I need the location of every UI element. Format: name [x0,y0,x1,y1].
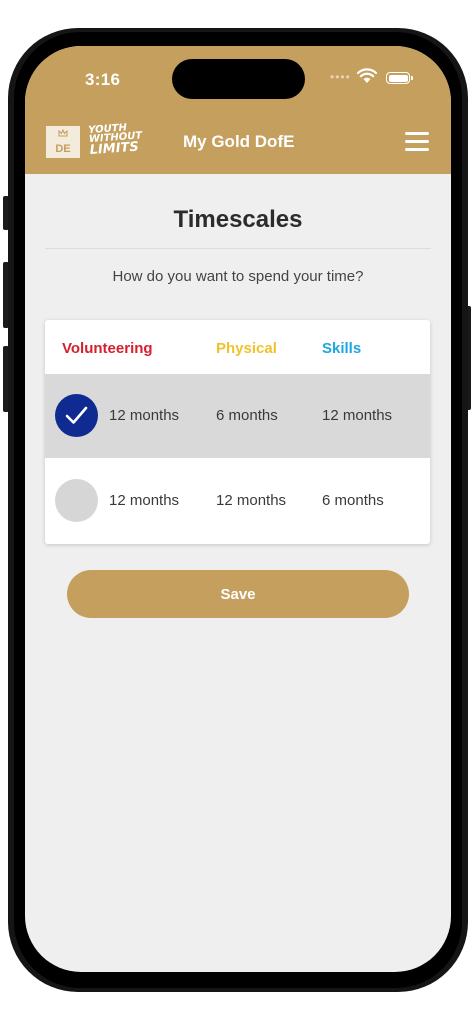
volunteering-duration: 12 months [109,492,180,509]
page-title: Timescales [173,206,303,233]
brand-line-3: LIMITS [89,139,140,159]
status-time: 3:16 [85,70,121,89]
column-header-physical: Physical [216,340,277,357]
screen: 3:16 •••• DE YOUTH WITHOUT LIMITS My Gol… [25,46,451,972]
timescale-option-1[interactable]: 12 months 6 months 12 months [45,374,430,458]
dofe-logo-text: DE [55,143,71,155]
battery-icon [386,72,413,84]
youth-without-limits-logo: YOUTH WITHOUT LIMITS [88,122,150,159]
app-title: My Gold DofE [183,132,295,151]
skills-duration: 6 months [322,492,384,509]
save-button[interactable]: Save [67,570,409,618]
physical-duration: 12 months [216,492,287,509]
title-divider [45,248,431,249]
option-radio[interactable] [55,394,98,437]
hamburger-menu-icon[interactable] [405,132,429,152]
dynamic-island [172,59,305,99]
app-header: 3:16 •••• DE YOUTH WITHOUT LIMITS My Gol… [25,46,451,174]
dofe-logo[interactable]: DE [46,126,80,158]
column-header-skills: Skills [322,340,362,357]
column-header-volunteering: Volunteering [62,340,153,357]
signal-dots-icon: •••• [330,70,351,84]
volunteering-duration: 12 months [109,407,180,424]
checkmark-icon [65,406,88,424]
skills-duration: 12 months [322,407,393,424]
option-radio[interactable] [55,479,98,522]
page-subtitle: How do you want to spend your time? [112,268,364,285]
timescales-table: Volunteering Physical Skills 12 months 6… [45,320,430,544]
wifi-icon [357,68,377,83]
timescale-option-2[interactable]: 12 months 12 months 6 months [45,459,430,543]
physical-duration: 6 months [216,407,278,424]
crown-icon [58,129,68,137]
